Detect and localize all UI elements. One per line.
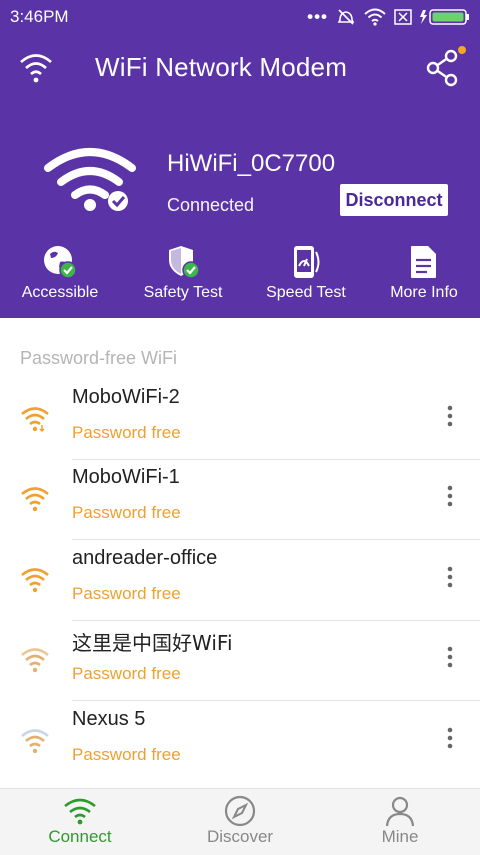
- divider: [72, 539, 480, 540]
- document-icon: [411, 246, 436, 278]
- compass-icon: [224, 795, 256, 827]
- connected-ssid: HiWiFi_0C7700: [167, 150, 336, 177]
- connection-status: Connected: [167, 195, 255, 215]
- globe-check-icon: [44, 246, 77, 279]
- dots-icon: •••: [307, 7, 328, 26]
- connected-wifi-icon: [44, 148, 136, 211]
- status-bar: 3:46PM •••: [0, 0, 480, 34]
- share-icon[interactable]: [424, 46, 468, 90]
- wifi-signal-icon: [21, 487, 49, 512]
- person-icon: [385, 796, 415, 827]
- divider: [72, 700, 480, 701]
- wifi-icon: [364, 8, 386, 26]
- action-more-info[interactable]: More Info: [364, 242, 480, 302]
- list-item[interactable]: 这里是中国好WiFi Password free: [0, 621, 480, 701]
- more-vert-icon[interactable]: [440, 482, 460, 512]
- status-time: 3:46PM: [10, 7, 69, 26]
- sim-icon: [394, 9, 412, 25]
- wifi-status: Password free: [72, 584, 181, 603]
- wifi-name: andreader-office: [72, 547, 218, 569]
- more-vert-icon[interactable]: [440, 402, 460, 432]
- wifi-signal-icon: [21, 568, 49, 593]
- action-accessible[interactable]: Accessible: [0, 242, 120, 302]
- wifi-status: Password free: [72, 664, 181, 683]
- disconnect-button[interactable]: Disconnect: [340, 184, 448, 216]
- wifi-logo-icon[interactable]: [18, 50, 54, 86]
- more-vert-icon[interactable]: [440, 643, 460, 673]
- shield-check-icon: [169, 246, 200, 279]
- action-label: More Info: [390, 284, 458, 301]
- action-label: Safety Test: [143, 284, 223, 301]
- list-item[interactable]: MoboWiFi-1 Password free: [0, 460, 480, 540]
- wifi-status: Password free: [72, 745, 181, 764]
- wifi-signal-icon: [21, 407, 49, 433]
- nav-mine[interactable]: Mine: [320, 789, 480, 855]
- phone-speed-icon: [294, 246, 320, 278]
- header: WiFi Network Modem HiWiFi_0C7700 Connect…: [0, 34, 480, 318]
- wifi-name: Nexus 5: [72, 708, 146, 730]
- nav-label: Connect: [48, 827, 112, 846]
- wifi-icon: [64, 798, 96, 825]
- nav-label: Discover: [206, 827, 274, 846]
- battery-icon: [420, 9, 469, 25]
- section-label: Password-free WiFi: [20, 348, 178, 368]
- wifi-status: Password free: [72, 423, 181, 442]
- action-label: Accessible: [21, 284, 99, 301]
- status-icons: •••: [307, 7, 470, 27]
- action-safety-test[interactable]: Safety Test: [123, 242, 243, 302]
- nav-label: Mine: [381, 827, 419, 846]
- more-vert-icon[interactable]: [440, 724, 460, 754]
- wifi-status: Password free: [72, 503, 181, 522]
- list-item[interactable]: andreader-office Password free: [0, 541, 480, 621]
- action-speed-test[interactable]: Speed Test: [246, 242, 366, 302]
- nav-discover[interactable]: Discover: [160, 789, 320, 855]
- wifi-signal-icon: [21, 648, 49, 673]
- nav-connect[interactable]: Connect: [0, 789, 160, 855]
- page-title: WiFi Network Modem: [95, 52, 348, 82]
- list-item[interactable]: MoboWiFi-2 Password free: [0, 380, 480, 460]
- more-vert-icon[interactable]: [440, 563, 460, 593]
- wifi-name: 这里是中国好WiFi: [72, 631, 233, 655]
- wifi-name: MoboWiFi-2: [72, 386, 180, 408]
- bottom-nav: Connect Discover Mine: [0, 788, 480, 855]
- wifi-name: MoboWiFi-1: [72, 466, 180, 488]
- action-label: Speed Test: [266, 284, 346, 301]
- mute-icon: [337, 9, 355, 25]
- list-item[interactable]: Nexus 5 Password free: [0, 702, 480, 782]
- wifi-signal-icon: [21, 729, 49, 754]
